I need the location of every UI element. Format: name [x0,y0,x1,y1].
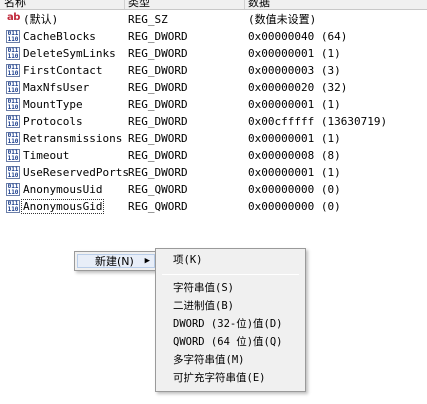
value-data: 0x00cfffff (13630719) [248,115,388,128]
value-type: REG_DWORD [128,98,188,111]
column-header-name[interactable]: 名称 [0,0,26,9]
menu-item-multi-string-value[interactable]: 多字符串值(M) [173,352,244,368]
value-name-text: MountType [23,98,83,111]
column-header-data[interactable]: 数据 [244,0,270,9]
value-data: 0x00000020 (32) [248,81,348,94]
value-type: REG_DWORD [128,64,188,77]
value-name: Protocols [23,115,83,129]
value-type: REG_QWORD [128,200,188,213]
binary-value-icon: 011 110 [6,30,20,43]
registry-value-row[interactable]: 011 110 FirstContact REG_DWORD 0x00000003 (… [0,62,427,79]
value-name-text: MaxNfsUser [23,81,90,94]
value-name: FirstContact [23,64,102,78]
value-type: REG_DWORD [128,115,188,128]
value-name: Timeout [23,149,69,163]
binary-value-icon: 011 110 [6,149,20,162]
binary-value-icon: 011 110 [6,200,20,213]
value-name-text: DeleteSymLinks [23,47,116,60]
value-name: DeleteSymLinks [23,47,116,61]
registry-value-row[interactable]: 011 110 MaxNfsUser REG_DWORD 0x00000020 (32… [0,79,427,96]
registry-value-row[interactable]: 011 110 MountType REG_DWORD 0x00000001 (1) [0,96,427,113]
value-type: REG_DWORD [128,149,188,162]
value-data: 0x00000001 (1) [248,166,341,179]
value-name-text: FirstContact [23,64,103,77]
value-type: REG_DWORD [128,30,188,43]
value-name: UseReservedPorts [23,166,129,180]
value-data: 0x00000040 (64) [248,30,348,43]
value-name: (默认) [23,13,58,27]
value-type: REG_SZ [128,13,168,26]
menu-item-qword-value[interactable]: QWORD (64 位)值(Q) [173,334,283,350]
binary-value-icon: 011 110 [6,166,20,179]
value-name: MountType [23,98,83,112]
value-name-text: CacheBlocks [23,30,96,43]
new-submenu: 项(K) 字符串值(S) 二进制值(B) DWORD (32-位)值(D) QW… [155,248,306,392]
value-type: REG_QWORD [128,183,188,196]
column-header-type[interactable]: 类型 [124,0,150,9]
value-name-text: Retransmissions [23,132,123,145]
registry-value-row[interactable]: 011 110 CacheBlocks REG_DWORD 0x00000040 (6… [0,28,427,45]
value-name: MaxNfsUser [23,81,89,95]
menu-item-expandable-string-value[interactable]: 可扩充字符串值(E) [173,370,265,386]
menu-item-dword-value[interactable]: DWORD (32-位)值(D) [173,316,283,332]
value-data: 0x00000001 (1) [248,132,341,145]
registry-value-row[interactable]: 011 110 AnonymousGid REG_QWORD 0x00000000 (… [0,198,427,215]
value-name: Retransmissions [23,132,122,146]
value-type: REG_DWORD [128,81,188,94]
value-data: 0x00000000 (0) [248,183,341,196]
registry-value-row[interactable]: 011 110 UseReservedPorts REG_DWORD 0x000000… [0,164,427,181]
registry-value-row[interactable]: 011 110 AnonymousUid REG_QWORD 0x00000000 (… [0,181,427,198]
menu-separator [162,274,299,275]
registry-value-row[interactable]: 011 110 Timeout REG_DWORD 0x00000008 (8) [0,147,427,164]
value-type: REG_DWORD [128,166,188,179]
menu-item-key[interactable]: 项(K) [173,252,202,268]
value-name-text: UseReservedPorts [23,166,129,179]
value-name: AnonymousUid [23,183,102,197]
value-name: CacheBlocks [23,30,96,44]
value-data: 0x00000003 (3) [248,64,341,77]
column-header: 名称 类型 数据 [0,0,427,10]
menu-item-new-label: 新建(N) [95,255,134,268]
binary-value-icon: 011 110 [6,115,20,128]
binary-value-icon: 011 110 [6,64,20,77]
registry-value-row[interactable]: 011 110 Retransmissions REG_DWORD 0x0000000… [0,130,427,147]
value-type: REG_DWORD [128,47,188,60]
menu-item-binary-value[interactable]: 二进制值(B) [173,298,234,314]
binary-value-icon: 011 110 [6,132,20,145]
value-name-text: Timeout [23,149,70,162]
value-name-text: Protocols [23,115,83,128]
submenu-arrow-icon: ▶ [144,256,150,266]
value-data: 0x00000001 (1) [248,47,341,60]
string-value-icon: ab [6,12,20,26]
value-type: REG_DWORD [128,132,188,145]
value-name-text: AnonymousGid [20,199,105,214]
registry-value-row[interactable]: 011 110 DeleteSymLinks REG_DWORD 0x00000001… [0,45,427,62]
value-name: AnonymousGid [20,199,105,214]
binary-value-icon: 011 110 [6,183,20,196]
value-data: 0x00000008 (8) [248,149,341,162]
context-menu: 新建(N) ▶ [74,251,158,271]
binary-value-icon: 011 110 [6,98,20,111]
value-name-text: AnonymousUid [23,183,103,196]
value-data: 0x00000001 (1) [248,98,341,111]
value-data: 0x00000000 (0) [248,200,341,213]
registry-value-row[interactable]: 011 110 Protocols REG_DWORD 0x00cfffff (136… [0,113,427,130]
binary-value-icon: 011 110 [6,47,20,60]
value-name-text: (默认) [23,13,59,26]
binary-value-icon: 011 110 [6,81,20,94]
menu-item-new[interactable]: 新建(N) ▶ [77,254,155,268]
menu-item-string-value[interactable]: 字符串值(S) [173,280,234,296]
registry-value-row[interactable]: ab (默认) REG_SZ (数值未设置) [0,11,427,28]
value-data: (数值未设置) [248,13,317,26]
